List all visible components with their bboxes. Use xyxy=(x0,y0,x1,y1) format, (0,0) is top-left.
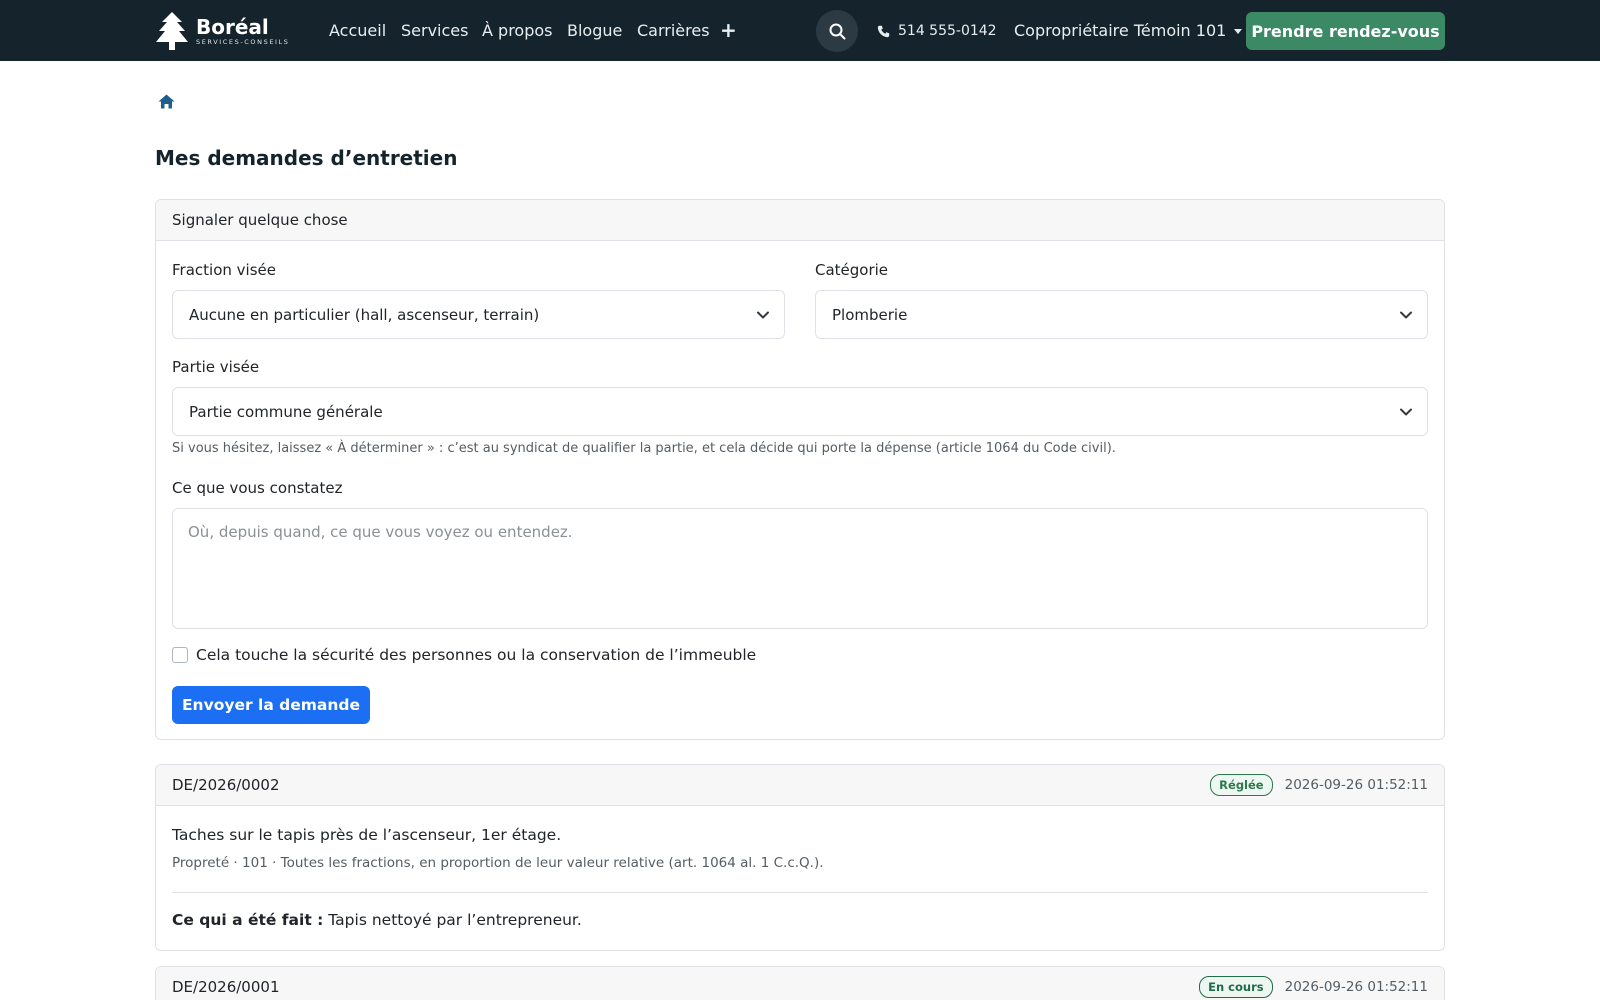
part-help-text: Si vous hésitez, laissez « À déterminer … xyxy=(172,441,1116,456)
phone-number: 514 555-0142 xyxy=(898,23,997,39)
user-menu-dropdown[interactable]: Copropriétaire Témoin 101 xyxy=(1014,20,1243,42)
submit-request-button[interactable]: Envoyer la demande xyxy=(172,686,370,724)
nav-carrieres[interactable]: Carrières xyxy=(637,20,710,42)
status-badge: En cours xyxy=(1199,976,1273,998)
user-name: Copropriétaire Témoin 101 xyxy=(1014,21,1227,40)
safety-checkbox-row[interactable]: Cela touche la sécurité des personnes ou… xyxy=(172,646,756,664)
nav-accueil[interactable]: Accueil xyxy=(329,20,386,42)
category-select[interactable]: Plomberie xyxy=(815,290,1428,339)
request-id: DE/2026/0002 xyxy=(172,776,280,794)
request-card: DE/2026/0001 En cours 2026-09-26 01:52:1… xyxy=(155,966,1445,1000)
nav-more-button[interactable]: + xyxy=(720,19,737,41)
request-meta: Propreté · 101 · Toutes les fractions, e… xyxy=(172,855,824,871)
nav-services[interactable]: Services xyxy=(401,20,468,42)
category-label: Catégorie xyxy=(815,261,889,279)
request-date: 2026-09-26 01:52:11 xyxy=(1284,777,1428,793)
chevron-down-icon xyxy=(1400,408,1412,416)
phone-link[interactable]: 514 555-0142 xyxy=(877,20,997,42)
part-select-value: Partie commune générale xyxy=(189,402,383,421)
request-header: DE/2026/0002 Réglée 2026-09-26 01:52:11 xyxy=(156,765,1444,806)
resolution-label: Ce qui a été fait : xyxy=(172,911,324,929)
fraction-label: Fraction visée xyxy=(172,261,276,279)
brand-name: Boréal xyxy=(196,14,269,39)
search-icon xyxy=(829,23,845,39)
fraction-select-value: Aucune en particulier (hall, ascenseur, … xyxy=(189,305,540,324)
category-select-value: Plomberie xyxy=(832,305,908,324)
status-badge: Réglée xyxy=(1210,774,1273,796)
request-card: DE/2026/0002 Réglée 2026-09-26 01:52:11 … xyxy=(155,764,1445,951)
request-description: Taches sur le tapis près de l’ascenseur,… xyxy=(172,826,562,844)
observation-label: Ce que vous constatez xyxy=(172,479,343,497)
safety-checkbox[interactable] xyxy=(172,647,188,663)
chevron-down-icon xyxy=(1400,311,1412,319)
safety-checkbox-label: Cela touche la sécurité des personnes ou… xyxy=(196,646,757,664)
nav-a-propos[interactable]: À propos xyxy=(482,20,552,42)
search-button[interactable] xyxy=(816,10,858,52)
page-title: Mes demandes d’entretien xyxy=(155,146,458,170)
request-header: DE/2026/0001 En cours 2026-09-26 01:52:1… xyxy=(156,967,1444,1000)
part-label: Partie visée xyxy=(172,358,260,376)
resolution-text: Tapis nettoyé par l’entrepreneur. xyxy=(328,911,582,929)
brand-subtitle: SERVICES-CONSEILS xyxy=(196,37,290,46)
divider xyxy=(172,892,1428,893)
phone-icon xyxy=(877,25,890,37)
tree-logo-icon xyxy=(156,12,188,50)
request-resolution: Ce qui a été fait : Tapis nettoyé par l’… xyxy=(172,910,582,930)
home-icon[interactable] xyxy=(158,94,175,109)
brand-logo[interactable]: Boréal SERVICES-CONSEILS xyxy=(154,10,299,52)
nav-blogue[interactable]: Blogue xyxy=(567,20,622,42)
book-appointment-button[interactable]: Prendre rendez-vous xyxy=(1246,12,1445,50)
report-form-header: Signaler quelque chose xyxy=(156,200,1444,241)
caret-down-icon xyxy=(1234,28,1243,34)
fraction-select[interactable]: Aucune en particulier (hall, ascenseur, … xyxy=(172,290,785,339)
observation-textarea[interactable]: Où, depuis quand, ce que vous voyez ou e… xyxy=(172,508,1428,629)
part-select[interactable]: Partie commune générale xyxy=(172,387,1428,436)
request-date: 2026-09-26 01:52:11 xyxy=(1284,979,1428,995)
chevron-down-icon xyxy=(757,311,769,319)
report-form-card: Signaler quelque chose Fraction visée Au… xyxy=(155,199,1445,740)
request-id: DE/2026/0001 xyxy=(172,978,280,996)
top-navbar: Boréal SERVICES-CONSEILS Accueil Service… xyxy=(0,0,1600,61)
